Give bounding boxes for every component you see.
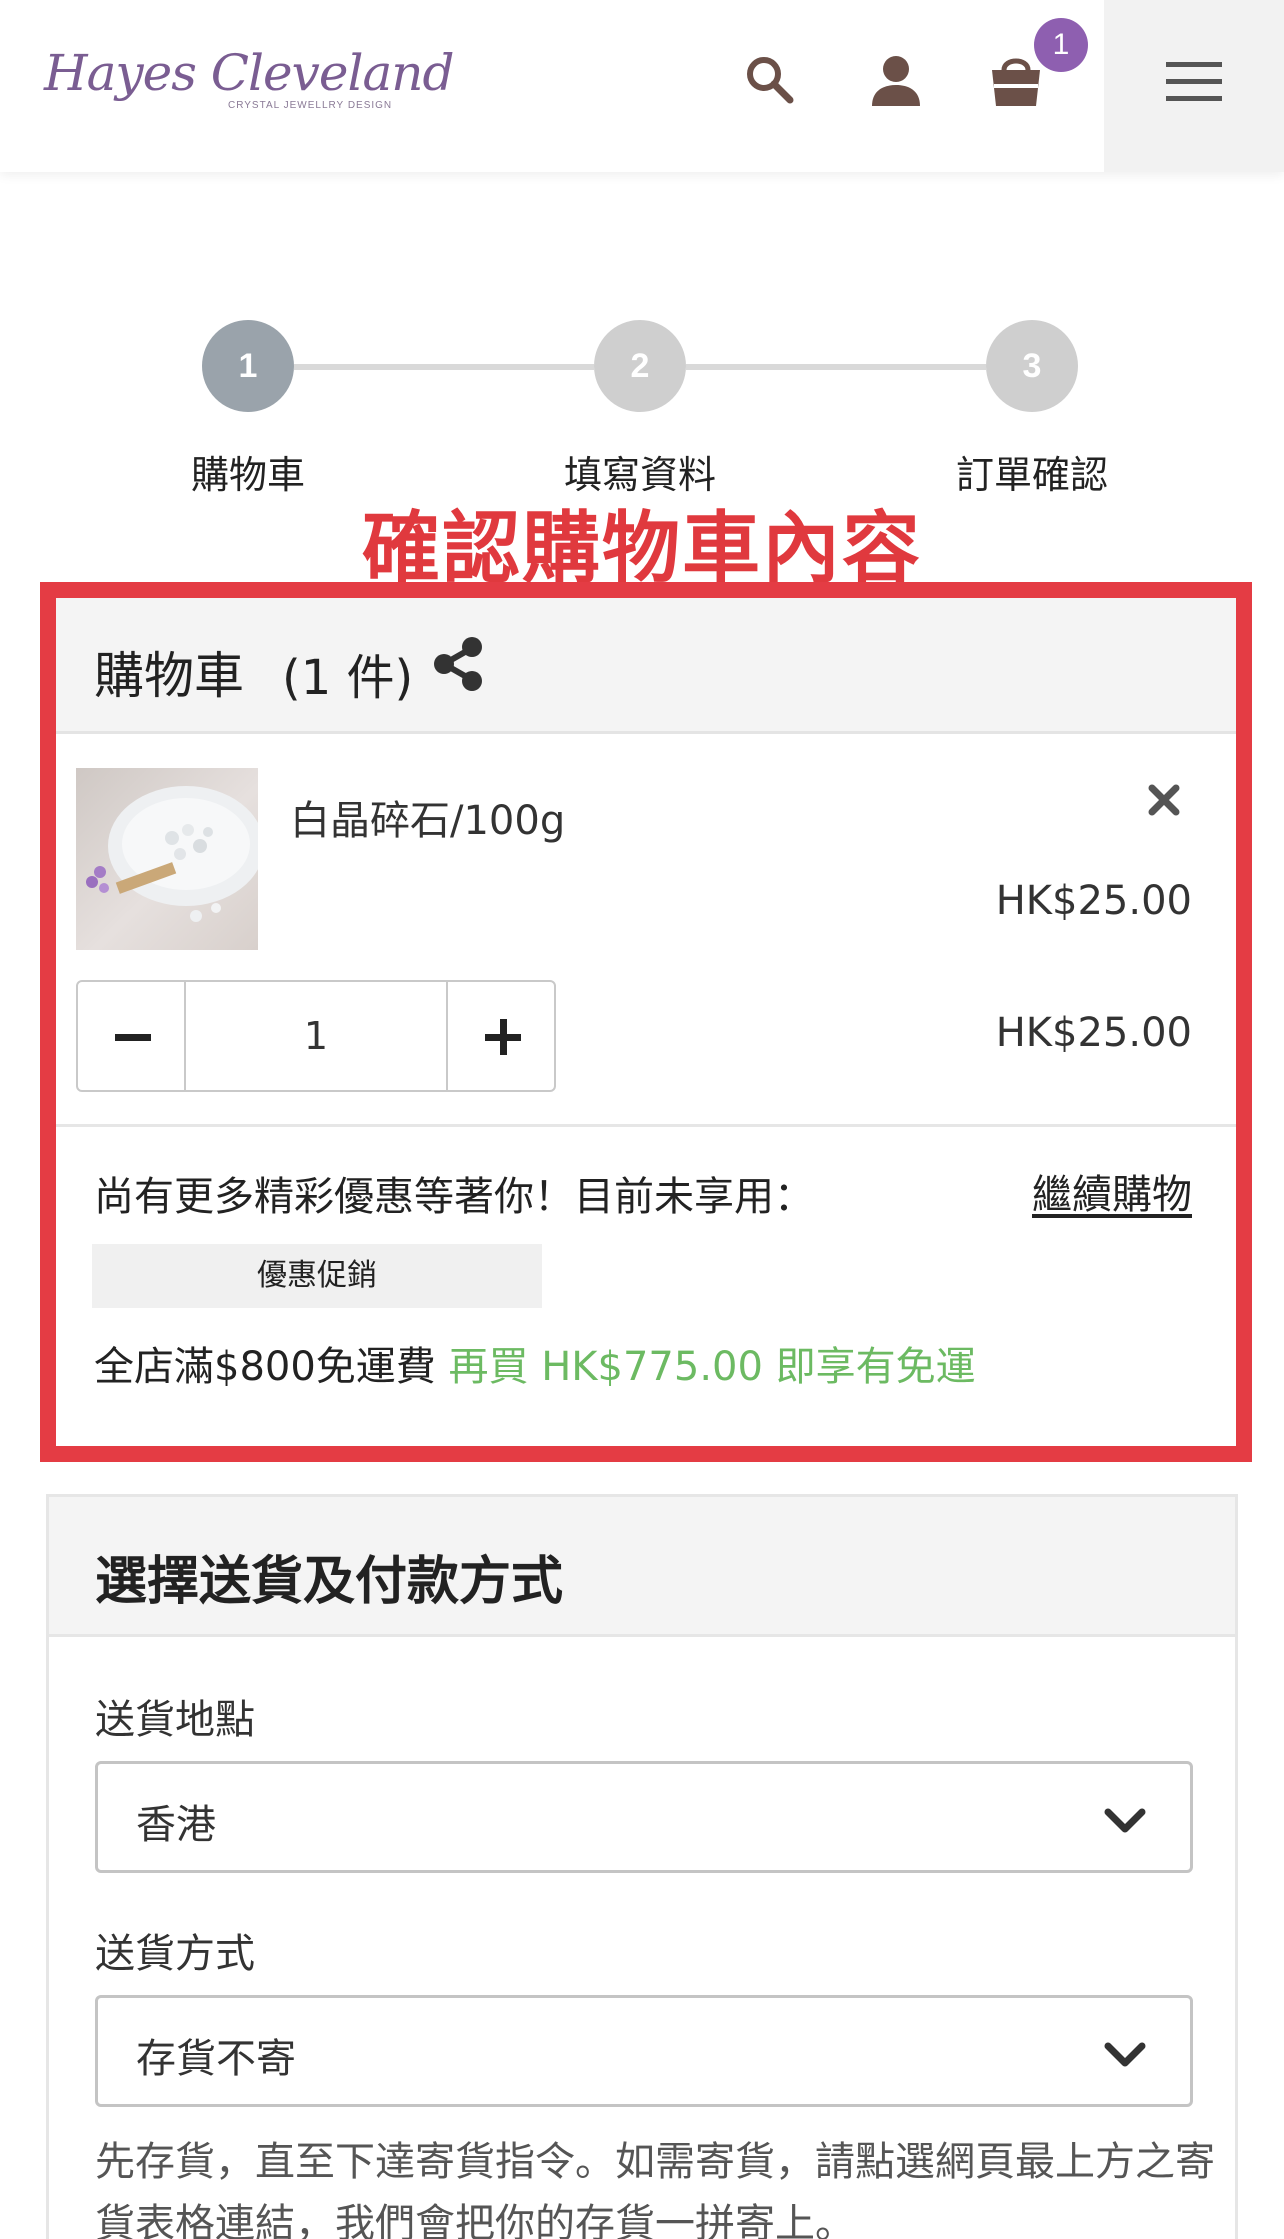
free-shipping-promo: 全店滿$800免運費 再買 HK$775.00 即享有免運 <box>94 1334 976 1392</box>
free-shipping-hint: 再買 HK$775.00 即享有免運 <box>448 1344 976 1390</box>
unit-price: HK$25.00 <box>995 878 1192 924</box>
checkout-steps: 1 2 3 購物車 填寫資料 訂單確認 <box>0 320 1284 500</box>
menu-toggle[interactable] <box>1104 0 1284 172</box>
quantity-input[interactable]: 1 <box>184 980 448 1092</box>
cart-panel: 購物車 (1 件) 白晶碎石/100g HK$25.00 1 HK$25.00 … <box>56 598 1236 1446</box>
cart-item-count: (1 件) <box>282 650 414 706</box>
promotion-badge: 優惠促銷 <box>92 1244 542 1308</box>
promo-message: 尚有更多精彩優惠等著你！目前未享用： <box>94 1174 814 1220</box>
product-thumbnail[interactable] <box>76 768 258 950</box>
location-select[interactable]: 香港 <box>95 1761 1193 1873</box>
decrease-quantity-button[interactable] <box>76 980 186 1092</box>
cart-count-badge: 1 <box>1034 18 1088 72</box>
shipping-method-select[interactable]: 存貨不寄 <box>95 1995 1193 2107</box>
plus-icon <box>485 1019 521 1055</box>
brand-logo[interactable]: Hayes Cleveland CRYSTAL JEWELLRY DESIGN <box>44 40 454 120</box>
method-label: 送貨方式 <box>95 1931 255 1977</box>
search-icon[interactable] <box>740 50 800 110</box>
step-connector <box>294 364 594 370</box>
chevron-down-icon <box>1104 2038 1146 2072</box>
remove-item-icon[interactable] <box>1146 782 1182 818</box>
divider <box>56 1124 1236 1127</box>
step-3-circle: 3 <box>986 320 1078 412</box>
increase-quantity-button[interactable] <box>446 980 556 1092</box>
shipping-payment-panel: 選擇送貨及付款方式 送貨地點 香港 送貨方式 存貨不寄 先存貨，直至下達寄貨指令… <box>46 1494 1238 2239</box>
free-shipping-text: 全店滿$800免運費 <box>94 1344 436 1390</box>
continue-shopping-link[interactable]: 繼續購物 <box>1032 1162 1192 1220</box>
shipping-title: 選擇送貨及付款方式 <box>95 1552 564 1612</box>
location-value: 香港 <box>136 1802 216 1848</box>
step-connector <box>686 364 986 370</box>
location-label: 送貨地點 <box>95 1697 255 1743</box>
share-icon[interactable] <box>432 636 484 692</box>
step-1-circle: 1 <box>202 320 294 412</box>
minus-icon <box>115 1034 151 1041</box>
shipping-method-value: 存貨不寄 <box>136 2036 296 2082</box>
cart-title: 購物車 <box>94 647 244 705</box>
shipping-header: 選擇送貨及付款方式 <box>49 1497 1235 1637</box>
shipping-method-note: 先存貨，直至下達寄貨指令。如需寄貨，請點選網頁最上方之寄貨表格連結，我們會把你的… <box>95 2139 1215 2239</box>
hamburger-menu-icon[interactable] <box>1166 58 1222 106</box>
logo-subtitle: CRYSTAL JEWELLRY DESIGN <box>228 100 393 111</box>
logo-text: Hayes Cleveland <box>44 44 454 102</box>
step-2-circle: 2 <box>594 320 686 412</box>
cart-header: 購物車 (1 件) <box>56 598 1236 734</box>
line-total: HK$25.00 <box>995 1010 1192 1056</box>
product-name[interactable]: 白晶碎石/100g <box>290 788 565 846</box>
chevron-down-icon <box>1104 1804 1146 1838</box>
site-header: Hayes Cleveland CRYSTAL JEWELLRY DESIGN … <box>0 0 1284 172</box>
page: Hayes Cleveland CRYSTAL JEWELLRY DESIGN … <box>0 0 1284 2239</box>
highlight-frame: 購物車 (1 件) 白晶碎石/100g HK$25.00 1 HK$25.00 … <box>40 582 1252 1462</box>
user-icon[interactable] <box>866 50 926 110</box>
